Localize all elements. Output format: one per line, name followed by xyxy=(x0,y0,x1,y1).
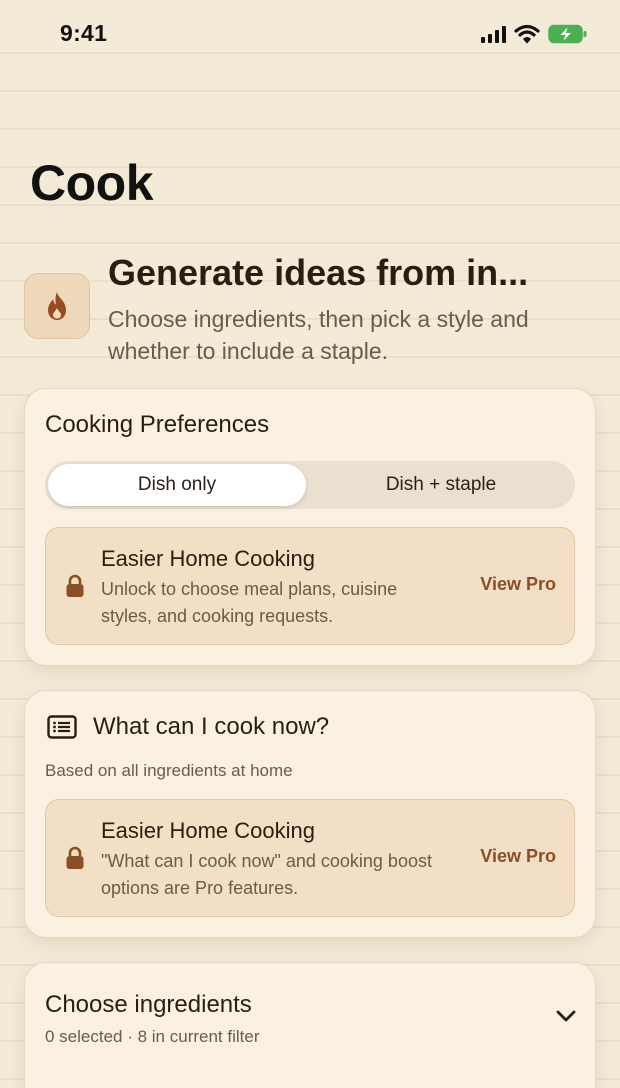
list-icon xyxy=(47,715,77,739)
choose-ingredients-title: Choose ingredients xyxy=(45,991,252,1018)
signal-icon xyxy=(481,25,506,43)
flame-icon xyxy=(48,292,66,320)
status-time: 9:41 xyxy=(60,20,108,46)
cook-now-title: What can I cook now? xyxy=(93,713,330,740)
ingredients-summary: 0 selected · 8 in current filter xyxy=(45,1027,260,1046)
staple-segmented-control: Dish only Dish + staple xyxy=(45,461,575,509)
pro-box-title: Easier Home Cooking xyxy=(101,818,315,843)
cook-now-card: What can I cook now? Based on all ingred… xyxy=(24,690,596,938)
pro-upsell-box: Easier Home Cooking Unlock to choose mea… xyxy=(45,527,575,645)
chevron-down-icon[interactable] xyxy=(555,1009,577,1023)
hero-icon-tile xyxy=(24,273,90,339)
pro-upsell-box: Easier Home Cooking "What can I cook now… xyxy=(45,799,575,917)
page-title: Cook xyxy=(30,155,154,211)
hero-title: Generate ideas from in... xyxy=(108,252,529,293)
status-bar: 9:41 xyxy=(0,0,620,70)
status-icons xyxy=(481,24,588,44)
pro-box-description: "What can I cook now" and cooking boost … xyxy=(101,851,432,898)
hero-subtitle: Choose ingredients, then pick a style an… xyxy=(108,306,529,364)
lock-icon xyxy=(66,574,84,597)
cooking-preferences-card: Cooking Preferences Dish only Dish + sta… xyxy=(24,388,596,666)
battery-charging-icon xyxy=(548,24,587,44)
view-pro-button[interactable]: View Pro xyxy=(480,574,556,595)
wifi-icon xyxy=(514,24,540,44)
cook-now-subtitle: Based on all ingredients at home xyxy=(45,761,293,780)
segment-dish-only[interactable]: Dish only xyxy=(48,464,306,506)
choose-ingredients-card[interactable]: Choose ingredients 0 selected · 8 in cur… xyxy=(24,962,596,1088)
view-pro-button[interactable]: View Pro xyxy=(480,846,556,867)
segment-dish-plus-staple[interactable]: Dish + staple xyxy=(311,464,571,506)
pro-box-title: Easier Home Cooking xyxy=(101,546,315,571)
lock-icon xyxy=(66,846,84,869)
cooking-preferences-title: Cooking Preferences xyxy=(45,411,270,438)
pro-box-description: Unlock to choose meal plans, cuisine sty… xyxy=(101,579,398,626)
